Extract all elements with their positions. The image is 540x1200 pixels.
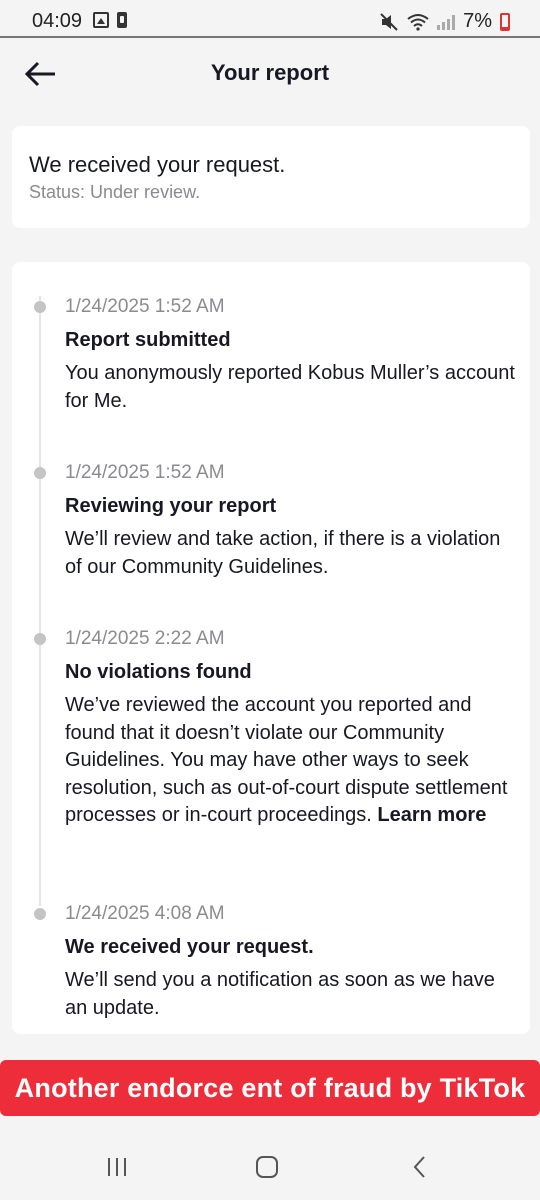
timeline-description: We’ll review and take action, if there i… [65,528,501,578]
status-card: We received your request. Status: Under … [12,126,530,228]
timeline-date: 1/24/2025 1:52 AM [65,462,225,483]
timeline-title: We received your request. [65,936,314,958]
timeline-title: Report submitted [65,329,231,351]
home-button[interactable] [252,1154,282,1180]
timeline-date: 1/24/2025 4:08 AM [65,903,225,924]
status-title: We received your request. [29,152,286,177]
timeline-description: We’ll send you a notification as soon as… [65,969,495,1019]
timeline-date: 1/24/2025 2:22 AM [65,628,225,649]
battery-percent: 7% [463,10,492,32]
timeline-line [39,296,41,906]
timeline-dot [34,467,46,479]
download-notification-icon [117,12,127,28]
battery-icon [500,12,510,31]
recent-apps-icon [108,1158,126,1176]
timeline-card: 1/24/2025 1:52 AM Report submitted You a… [12,262,530,1034]
timeline-dot [34,301,46,313]
recent-apps-button[interactable] [102,1154,132,1180]
overlay-banner: Another endorce ent of fraud by TikTok [0,1060,540,1116]
home-icon [256,1156,278,1178]
timeline-description: You anonymously reported Kobus Muller’s … [65,362,515,412]
timeline-dot [34,908,46,920]
learn-more-link[interactable]: Learn more [377,804,486,826]
timeline-title: Reviewing your report [65,495,277,517]
status-time: 04:09 [32,10,83,32]
nav-back-button[interactable] [405,1154,435,1180]
timeline-title: No violations found [65,661,252,683]
page-title: Your report [210,60,330,85]
timeline-description: We’ve reviewed the account you reported … [65,692,515,830]
timeline-date: 1/24/2025 1:52 AM [65,296,225,317]
status-subtitle: Status: Under review. [29,182,201,202]
timeline-dot [34,633,46,645]
signal-icon [437,14,456,30]
mute-icon [380,12,398,31]
banner-text: Another endorce ent of fraud by TikTok [14,1072,526,1103]
system-nav-bar [0,1132,540,1200]
header: Your report [0,38,540,108]
back-chevron-icon [413,1156,425,1178]
wifi-icon [407,13,429,31]
gallery-notification-icon [93,12,109,28]
